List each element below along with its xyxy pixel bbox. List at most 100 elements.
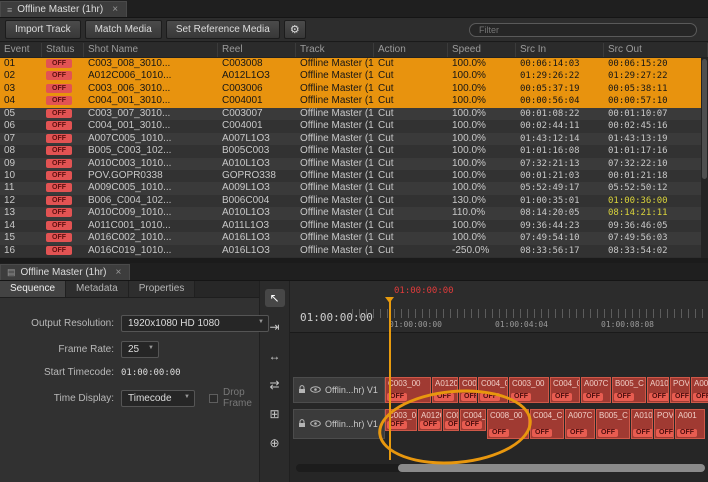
timeline-clip[interactable]: A010OFF — [647, 377, 669, 403]
timeline-horizontal-scrollbar[interactable] — [296, 464, 705, 472]
status-cell: OFF — [42, 95, 84, 107]
timeline-clip[interactable]: POVOFF — [670, 377, 690, 403]
filter-input[interactable] — [469, 23, 697, 37]
table-row[interactable]: 15OFFA016C002_1010...A016L1O3Offline Mas… — [0, 232, 701, 244]
timeline-clip[interactable]: A0120OFF — [432, 377, 458, 403]
tab-offline-master-spreadsheet[interactable]: ≡ Offline Master (1hr) × — [0, 1, 127, 17]
timeline-clip[interactable]: B005_COFF — [612, 377, 646, 403]
column-header[interactable]: Event — [0, 43, 42, 57]
timecode-ruler[interactable] — [352, 309, 708, 318]
timeline-clip[interactable]: B005_COFF — [596, 409, 630, 439]
table-vertical-scrollbar[interactable] — [701, 58, 708, 258]
column-header[interactable]: Src In — [516, 43, 604, 57]
scrollbar-thumb[interactable] — [702, 59, 707, 179]
timeline-clip[interactable]: C003_00OFF — [385, 377, 431, 403]
timeline-clip[interactable]: C004_0OFF — [550, 377, 580, 403]
eye-icon[interactable] — [310, 385, 321, 395]
table-row[interactable]: 11OFFA009C005_1010...A009L1O3Offline Mas… — [0, 182, 701, 194]
table-row[interactable]: 14OFFA011C001_1010...A011L1O3Offline Mas… — [0, 220, 701, 232]
field-label: Start Timecode: — [6, 367, 114, 378]
column-header[interactable]: Reel — [218, 43, 296, 57]
timeline-clip[interactable]: POVOFF — [654, 409, 674, 439]
src-out-cell: 00:06:15:20 — [604, 58, 701, 70]
drop-frame-checkbox[interactable] — [209, 394, 218, 403]
timeline-clip[interactable]: A007COFF — [581, 377, 611, 403]
timeline-clip[interactable]: A007COFF — [565, 409, 595, 439]
table-row[interactable]: 08OFFB005_C003_102...B005C003Offline Mas… — [0, 145, 701, 157]
tab-sequence[interactable]: Sequence — [0, 281, 66, 297]
pointer-tool-icon[interactable]: ↖ — [265, 289, 285, 307]
lock-icon[interactable] — [298, 385, 306, 396]
speed-cell: 100.0% — [448, 170, 516, 182]
column-header[interactable]: Src Out — [604, 43, 708, 57]
lock-icon[interactable] — [298, 419, 306, 430]
column-header[interactable]: Speed — [448, 43, 516, 57]
offline-status-badge: OFF — [434, 393, 454, 401]
table-row[interactable]: 13OFFA010C009_1010...A010L1O3Offline Mas… — [0, 207, 701, 219]
table-row[interactable]: 07OFFA007C005_1010...A007L1O3Offline Mas… — [0, 133, 701, 145]
timeline-clip[interactable]: C004_COFF — [530, 409, 564, 439]
playhead-timecode-label: 01:00:00:00 — [394, 286, 454, 296]
timeline-clip[interactable]: A012COFF — [418, 409, 442, 431]
timeline-clip[interactable]: A001OFF — [675, 409, 705, 439]
offline-status-badge: OFF — [633, 429, 653, 437]
property-field: Frame Rate:25▼ — [6, 341, 253, 358]
reel-cell: C004001 — [218, 120, 296, 132]
trim-tool-icon[interactable]: ↔ — [265, 347, 285, 365]
timeline-clip[interactable]: C004_0OFF — [460, 409, 486, 431]
timeline-clip[interactable]: A010OFF — [631, 409, 653, 439]
table-row[interactable]: 09OFFA010C003_1010...A010L1O3Offline Mas… — [0, 158, 701, 170]
tab-properties[interactable]: Properties — [129, 281, 196, 297]
table-row[interactable]: 05OFFC003_007_3010...C003007Offline Mast… — [0, 108, 701, 120]
timeline-clip[interactable]: C003_00OFF — [509, 377, 549, 403]
time-display-dropdown[interactable]: Timecode▼ — [121, 390, 195, 407]
event-cell: 14 — [0, 220, 42, 232]
column-header[interactable]: Track — [296, 43, 374, 57]
column-header[interactable]: Shot Name — [84, 43, 218, 57]
tab-offline-master-timeline[interactable]: ▤ Offline Master (1hr) × — [0, 264, 130, 280]
offline-status-badge: OFF — [567, 429, 587, 437]
sync-tool-icon[interactable]: ⊕ — [265, 434, 285, 452]
reel-cell: A010L1O3 — [218, 207, 296, 219]
speed-cell: 110.0% — [448, 207, 516, 219]
table-row[interactable]: 16OFFA016C019_1010...A016L1O3Offline Mas… — [0, 245, 701, 257]
timeline-clip[interactable]: A00OFF — [691, 377, 708, 403]
timeline-clip[interactable]: C008_00OFF — [487, 409, 529, 439]
set-reference-media-button[interactable]: Set Reference Media — [166, 20, 280, 39]
close-icon[interactable]: × — [115, 267, 121, 278]
eye-icon[interactable] — [310, 419, 321, 429]
import-track-button[interactable]: Import Track — [5, 20, 81, 39]
frame-rate-dropdown[interactable]: 25▼ — [121, 341, 159, 358]
output-resolution-dropdown[interactable]: 1920x1080 HD 1080▼ — [121, 315, 269, 332]
action-cell: Cut — [374, 145, 448, 157]
table-row[interactable]: 03OFFC003_006_3010...C003006Offline Mast… — [0, 83, 701, 95]
table-row[interactable]: 10OFFPOV.GOPR0338GOPRO338Offline Master … — [0, 170, 701, 182]
offline-status-badge: OFF — [583, 393, 603, 401]
timeline-clip[interactable]: C00OFF — [443, 409, 459, 431]
scrollbar-thumb[interactable] — [398, 464, 705, 472]
offline-status-badge: OFF — [46, 109, 72, 118]
close-icon[interactable]: × — [112, 4, 118, 15]
src-out-cell: 05:52:50:12 — [604, 182, 701, 194]
timeline-clip[interactable]: C00OFF — [459, 377, 477, 403]
track-header[interactable]: Offlin...hr) V1 — [293, 409, 385, 439]
match-media-button[interactable]: Match Media — [85, 20, 162, 39]
column-header[interactable]: Action — [374, 43, 448, 57]
table-row[interactable]: 12OFFB006_C004_102...B006C004Offline Mas… — [0, 195, 701, 207]
settings-gear-button[interactable]: ⚙ — [284, 20, 306, 39]
column-header[interactable]: Status — [42, 43, 84, 57]
table-row[interactable]: 06OFFC004_001_3010...C004001Offline Mast… — [0, 120, 701, 132]
roll-tool-icon[interactable]: ⇄ — [265, 376, 285, 394]
clip-label: POV — [671, 378, 689, 389]
multi-tool-icon[interactable]: ⊞ — [265, 405, 285, 423]
timeline-clip[interactable]: C004_0OFF — [478, 377, 508, 403]
table-row[interactable]: 04OFFC004_001_3010...C004001Offline Mast… — [0, 95, 701, 107]
track-header[interactable]: Offlin...hr) V1 — [293, 377, 385, 403]
table-row[interactable]: 01OFFC003_008_3010...C003008Offline Mast… — [0, 58, 701, 70]
timeline-ruler-area[interactable]: 01:00:00:00 01:00:00:00 01:00:00:0001:00… — [290, 281, 708, 333]
table-row[interactable]: 02OFFA012C006_1010...A012L1O3Offline Mas… — [0, 70, 701, 82]
playhead-line[interactable] — [389, 297, 391, 460]
shot-name-cell: A011C001_1010... — [84, 220, 218, 232]
tab-metadata[interactable]: Metadata — [66, 281, 129, 297]
clip-label: C003_00 — [510, 378, 548, 389]
